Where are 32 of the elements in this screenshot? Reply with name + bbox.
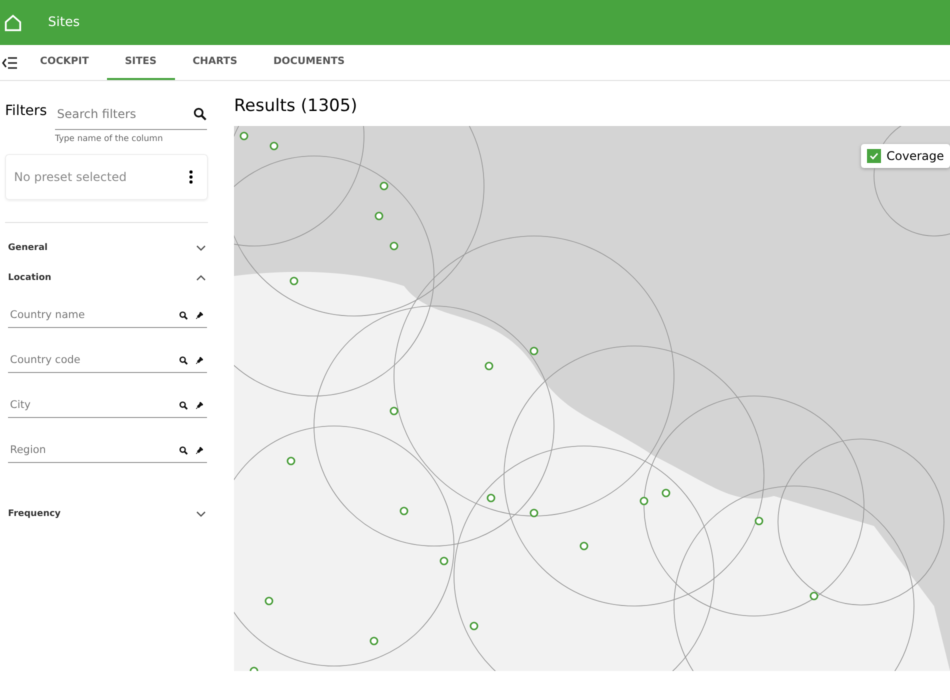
search-icon[interactable] — [179, 400, 188, 410]
collapse-menu-icon[interactable] — [2, 56, 18, 68]
preset-card[interactable]: No preset selected — [5, 154, 208, 200]
nav-tab[interactable]: CHARTS — [174, 45, 256, 80]
search-icon[interactable] — [192, 107, 207, 121]
check-icon — [868, 151, 878, 161]
page-title: Sites — [48, 15, 80, 30]
map-placeholder[interactable]: Coverage — [234, 126, 950, 671]
nav-tab[interactable]: SITES — [106, 45, 175, 80]
checkbox[interactable] — [866, 149, 880, 163]
chevron-down-icon — [196, 511, 206, 517]
search-hint: Type name of the column — [54, 134, 164, 144]
nav-tab[interactable]: DOCUMENTS — [255, 45, 363, 80]
chevron-down-icon — [196, 245, 206, 251]
nav-tab[interactable]: COCKPIT — [22, 45, 107, 80]
pin-icon[interactable] — [196, 446, 203, 454]
pin-icon[interactable] — [196, 402, 203, 408]
more-options-icon[interactable] — [189, 170, 193, 184]
home-icon[interactable] — [4, 14, 22, 32]
coverage-toggle[interactable]: Coverage — [860, 144, 950, 168]
results-title: Results (1305) — [234, 96, 358, 116]
filter-section-header[interactable]: General — [5, 223, 210, 253]
search-icon[interactable] — [179, 310, 188, 320]
search-icon[interactable] — [179, 356, 188, 364]
filter-section-header[interactable]: Frequency — [5, 463, 210, 519]
filter-section-header[interactable]: Location — [5, 253, 210, 283]
filters-title: Filters — [5, 103, 47, 121]
pin-icon[interactable] — [196, 356, 203, 364]
pin-icon[interactable] — [196, 312, 203, 318]
chevron-up-icon — [196, 275, 206, 281]
search-icon[interactable] — [179, 446, 188, 454]
preset-label: No preset selected — [14, 170, 127, 184]
